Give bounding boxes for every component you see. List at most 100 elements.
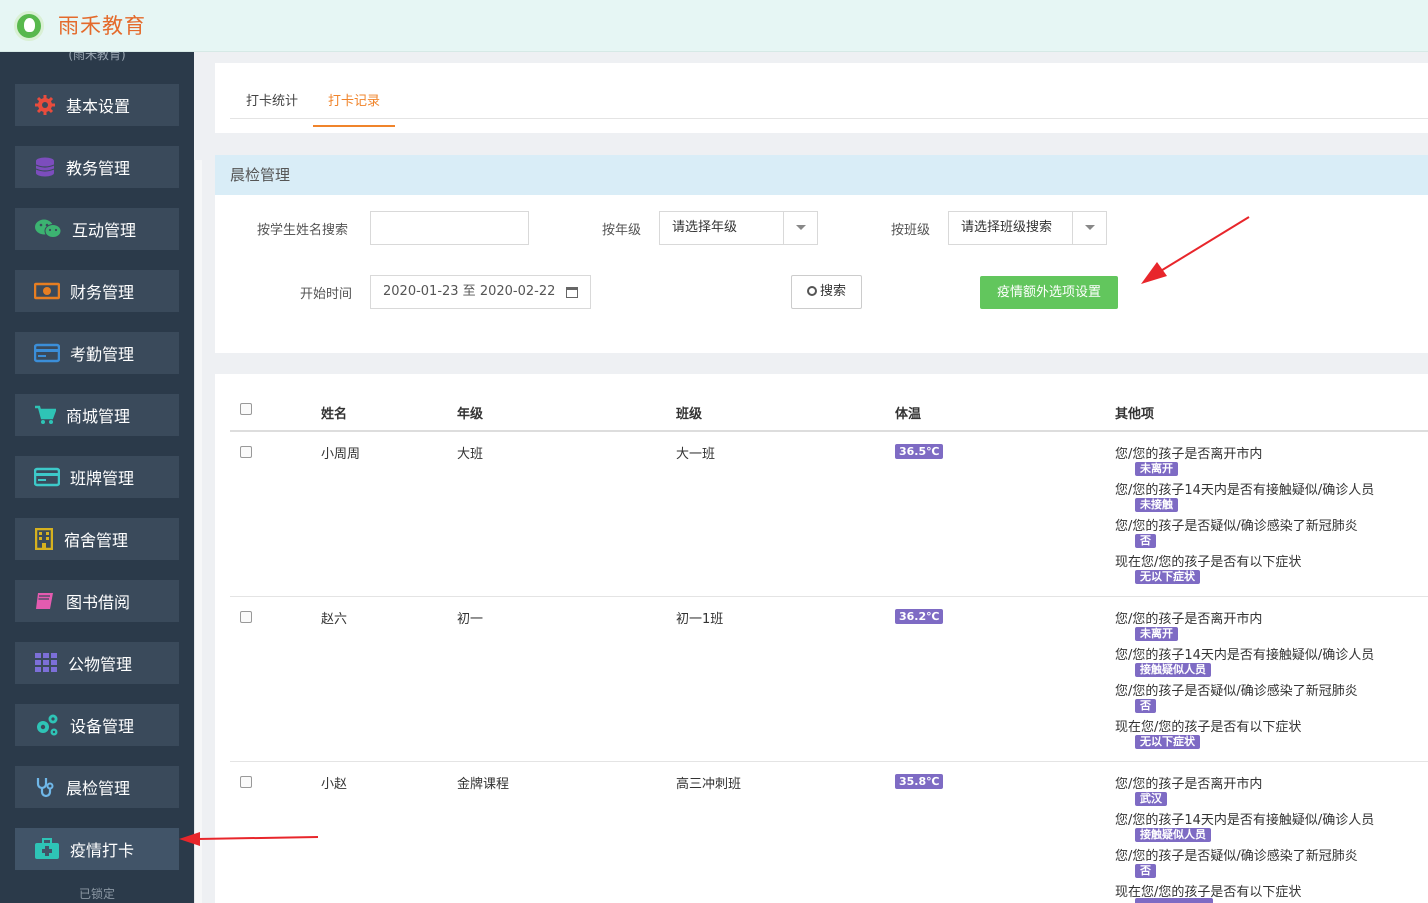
sidebar-item-epidemic-checkin[interactable]: 疫情打卡 bbox=[15, 828, 179, 870]
cell-grade: 金牌课程 bbox=[457, 777, 510, 792]
medkit-icon bbox=[34, 838, 60, 860]
question-text: 您/您的孩子是否离开市内 bbox=[1115, 777, 1263, 792]
sidebar: (雨禾教育) 基本设置 教务管理 互动管理 财务管理 考勤管理 商城管理 班牌管… bbox=[0, 52, 194, 903]
answer-badge: 接触疑似人员 bbox=[1135, 828, 1211, 842]
sidebar-item-mall[interactable]: 商城管理 bbox=[15, 394, 179, 436]
row-checkbox[interactable] bbox=[240, 776, 252, 788]
sidebar-item-label: 宿舍管理 bbox=[64, 531, 129, 550]
sidebar-item-dormitory[interactable]: 宿舍管理 bbox=[15, 518, 179, 560]
sidebar-item-label: 基本设置 bbox=[66, 97, 131, 116]
sidebar-item-label: 商城管理 bbox=[66, 407, 131, 426]
sidebar-item-attendance[interactable]: 考勤管理 bbox=[15, 332, 179, 374]
question-text: 您/您的孩子是否疑似/确诊感染了新冠肺炎 bbox=[1115, 684, 1358, 699]
sidebar-item-label: 晨检管理 bbox=[66, 779, 131, 798]
answer-badge: 未接触 bbox=[1135, 498, 1178, 512]
sidebar-item-label: 财务管理 bbox=[70, 283, 135, 302]
search-icon bbox=[806, 286, 817, 296]
cogs-icon bbox=[34, 714, 60, 736]
table-header-divider bbox=[230, 430, 1428, 432]
select-all-checkbox[interactable] bbox=[240, 403, 252, 415]
question-text: 现在您/您的孩子是否有以下症状 bbox=[1115, 720, 1302, 735]
name-search-input[interactable] bbox=[370, 211, 529, 245]
card-icon bbox=[34, 342, 60, 364]
sidebar-item-label: 疫情打卡 bbox=[70, 841, 135, 860]
sidebar-item-public-assets[interactable]: 公物管理 bbox=[15, 642, 179, 684]
row-checkbox[interactable] bbox=[240, 611, 252, 623]
stethoscope-icon bbox=[34, 776, 56, 798]
start-time-label: 开始时间 bbox=[300, 287, 353, 302]
app-logo-text: 雨禾教育 bbox=[58, 14, 146, 38]
tabs-divider bbox=[230, 118, 1428, 119]
cell-class: 大一班 bbox=[676, 447, 716, 462]
cell-grade: 初一 bbox=[457, 612, 484, 627]
cell-name: 小周周 bbox=[321, 447, 361, 462]
sidebar-item-finance[interactable]: 财务管理 bbox=[15, 270, 179, 312]
class-label: 按班级 bbox=[891, 223, 931, 238]
cell-class: 高三冲刺班 bbox=[676, 777, 742, 792]
chevron-down-icon bbox=[783, 212, 817, 244]
search-button-label: 搜索 bbox=[819, 284, 846, 299]
date-range-value: 2020-01-23 至 2020-02-22 bbox=[383, 284, 556, 299]
class-select[interactable]: 请选择班级搜索 bbox=[948, 211, 1107, 245]
sidebar-item-label: 设备管理 bbox=[70, 717, 135, 736]
answer-badge: 否 bbox=[1135, 699, 1156, 713]
column-header-name: 姓名 bbox=[321, 407, 348, 422]
tab-checkin-records[interactable]: 打卡记录 bbox=[313, 90, 396, 127]
sidebar-item-interaction[interactable]: 互动管理 bbox=[15, 208, 179, 250]
grade-label: 按年级 bbox=[602, 223, 642, 238]
class-select-value: 请选择班级搜索 bbox=[961, 220, 1053, 235]
sidebar-item-equipment[interactable]: 设备管理 bbox=[15, 704, 179, 746]
column-header-other: 其他项 bbox=[1115, 407, 1155, 422]
cell-class: 初一1班 bbox=[676, 612, 724, 627]
answer-badge: 武汉 bbox=[1135, 792, 1167, 806]
cell-name: 小赵 bbox=[321, 777, 348, 792]
money-icon bbox=[34, 280, 60, 302]
scrollbar[interactable] bbox=[194, 160, 202, 903]
column-header-class: 班级 bbox=[676, 407, 703, 422]
answer-badge: 未离开 bbox=[1135, 462, 1178, 476]
grade-select-value: 请选择年级 bbox=[672, 220, 738, 235]
column-header-temp: 体温 bbox=[895, 407, 922, 422]
temperature-badge: 35.8℃ bbox=[895, 774, 944, 789]
answer-badge: 否 bbox=[1135, 864, 1156, 878]
question-text: 您/您的孩子14天内是否有接触疑似/确诊人员 bbox=[1115, 648, 1375, 663]
question-text: 现在您/您的孩子是否有以下症状 bbox=[1115, 555, 1302, 570]
question-text: 您/您的孩子14天内是否有接触疑似/确诊人员 bbox=[1115, 483, 1375, 498]
cell-grade: 大班 bbox=[457, 447, 484, 462]
answer-badge: 接触疑似人员 bbox=[1135, 663, 1211, 677]
grade-select[interactable]: 请选择年级 bbox=[659, 211, 818, 245]
sidebar-item-label: 公物管理 bbox=[68, 655, 133, 674]
sidebar-item-label: 考勤管理 bbox=[70, 345, 135, 364]
row-divider bbox=[230, 761, 1428, 762]
sidebar-item-class-board[interactable]: 班牌管理 bbox=[15, 456, 179, 498]
temperature-badge: 36.2℃ bbox=[895, 609, 944, 624]
chevron-down-icon bbox=[1072, 212, 1106, 244]
answer-badge: 未离开 bbox=[1135, 627, 1178, 641]
sidebar-item-academic[interactable]: 教务管理 bbox=[15, 146, 179, 188]
name-search-label: 按学生姓名搜索 bbox=[257, 223, 349, 238]
question-text: 您/您的孩子是否离开市内 bbox=[1115, 612, 1263, 627]
calendar-icon bbox=[566, 287, 578, 298]
tab-checkin-stats[interactable]: 打卡统计 bbox=[246, 90, 298, 125]
cell-name: 赵六 bbox=[321, 612, 348, 627]
epidemic-extra-options-button[interactable]: 疫情额外选项设置 bbox=[980, 276, 1118, 309]
sidebar-item-morning-check[interactable]: 晨检管理 bbox=[15, 766, 179, 808]
row-divider bbox=[230, 596, 1428, 597]
search-button[interactable]: 搜索 bbox=[791, 275, 862, 309]
tabs-panel: 打卡统计 打卡记录 bbox=[215, 63, 1428, 133]
sidebar-item-library[interactable]: 图书借阅 bbox=[15, 580, 179, 622]
gear-icon bbox=[34, 94, 56, 116]
question-text: 您/您的孩子14天内是否有接触疑似/确诊人员 bbox=[1115, 813, 1375, 828]
answer-badge bbox=[1135, 898, 1213, 903]
date-range-input[interactable]: 2020-01-23 至 2020-02-22 bbox=[370, 275, 591, 309]
sidebar-item-basic-settings[interactable]: 基本设置 bbox=[15, 84, 179, 126]
answer-badge: 无以下症状 bbox=[1135, 570, 1200, 584]
row-checkbox[interactable] bbox=[240, 446, 252, 458]
answer-badge: 否 bbox=[1135, 534, 1156, 548]
cart-icon bbox=[34, 404, 56, 426]
annotation-arrow bbox=[179, 832, 319, 846]
panel-title: 晨检管理 bbox=[215, 155, 1428, 195]
question-text: 您/您的孩子是否疑似/确诊感染了新冠肺炎 bbox=[1115, 519, 1358, 534]
temperature-badge: 36.5℃ bbox=[895, 444, 944, 459]
wechat-icon bbox=[34, 218, 62, 240]
